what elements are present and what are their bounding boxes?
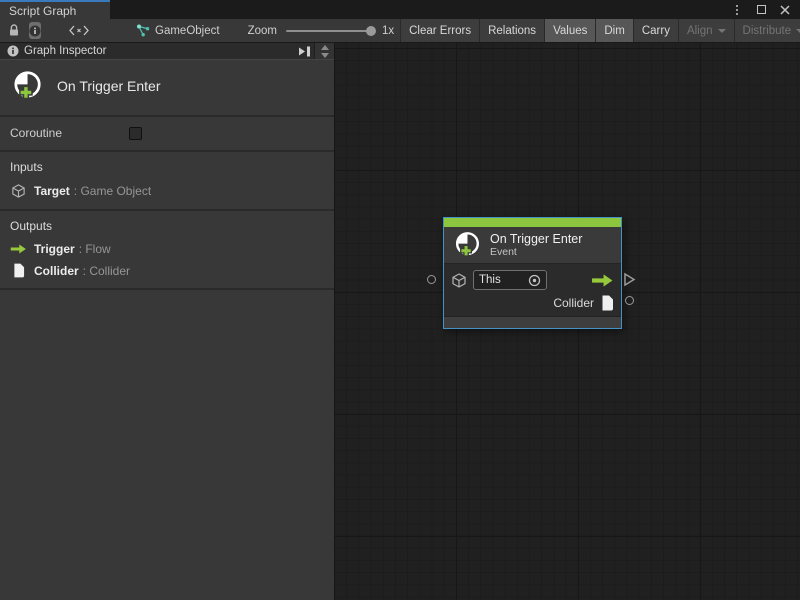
target-dropdown-value: This xyxy=(479,274,524,286)
collider-output-row: Collider xyxy=(451,292,614,314)
pin-type: : Collider xyxy=(83,264,130,278)
pin-type: : Game Object xyxy=(74,184,151,198)
coroutine-row: Coroutine xyxy=(0,117,334,150)
cube-icon xyxy=(451,272,467,289)
dock-inspector-button[interactable] xyxy=(294,43,314,59)
node-footer xyxy=(444,316,621,328)
carry-button[interactable]: Carry xyxy=(633,19,678,42)
collider-output-port[interactable] xyxy=(625,296,634,305)
outputs-section: Outputs Trigger : Flow xyxy=(0,211,334,288)
coroutine-label: Coroutine xyxy=(10,126,129,140)
flow-arrow-icon xyxy=(591,273,614,288)
output-row-trigger: Trigger : Flow xyxy=(10,242,324,256)
node-body: This Collider xyxy=(444,264,621,316)
outputs-header: Outputs xyxy=(10,219,324,233)
zoom-value: 1x xyxy=(382,25,394,37)
close-icon[interactable] xyxy=(779,4,791,16)
pin-name: Target xyxy=(34,184,70,198)
unit-title: On Trigger Enter xyxy=(57,78,161,94)
event-icon xyxy=(452,230,482,260)
dropdown-arrow-icon xyxy=(718,29,726,33)
node-accent-bar xyxy=(444,218,621,227)
flow-arrow-icon xyxy=(10,243,27,255)
info-icon xyxy=(29,25,41,37)
output-row-collider: Collider : Collider xyxy=(10,263,324,278)
toolbar-buttons: Clear Errors Relations Values Dim Carry … xyxy=(400,19,800,42)
dock-icon xyxy=(298,46,311,57)
divider xyxy=(0,288,334,290)
info-toggle-button[interactable] xyxy=(29,22,41,39)
target-input-port[interactable] xyxy=(427,275,436,284)
coroutine-checkbox[interactable] xyxy=(129,127,142,140)
info-circle-icon xyxy=(7,45,19,57)
window-controls xyxy=(731,0,800,19)
lock-icon[interactable] xyxy=(8,24,20,37)
dim-button[interactable]: Dim xyxy=(595,19,632,42)
scroll-up-icon[interactable] xyxy=(321,45,329,50)
graph-canvas[interactable]: On Trigger Enter Event This xyxy=(335,43,800,600)
document-icon xyxy=(601,295,614,311)
event-icon xyxy=(10,69,44,103)
values-button[interactable]: Values xyxy=(544,19,595,42)
inputs-section: Inputs Target : Game Object xyxy=(0,152,334,209)
graph-inspector-header: Graph Inspector xyxy=(0,43,334,60)
inspector-scroll-stepper xyxy=(314,43,334,59)
tab-strip: Script Graph xyxy=(0,0,800,19)
scroll-down-icon[interactable] xyxy=(321,53,329,58)
graph-inspector-panel: Graph Inspector xyxy=(0,43,335,600)
script-graph-icon xyxy=(136,24,150,37)
align-button[interactable]: Align xyxy=(678,19,734,42)
graph-inspector-title: Graph Inspector xyxy=(24,45,106,57)
zoom-label: Zoom xyxy=(248,25,277,37)
maximize-icon[interactable] xyxy=(755,4,767,16)
node-title: On Trigger Enter xyxy=(490,232,582,246)
clear-errors-button[interactable]: Clear Errors xyxy=(400,19,479,42)
trigger-output-port[interactable] xyxy=(623,272,636,292)
pin-type: : Flow xyxy=(79,242,111,256)
zoom-slider-thumb[interactable] xyxy=(366,26,376,36)
document-icon xyxy=(10,263,27,278)
target-input-row: This xyxy=(451,269,614,291)
tab-script-graph[interactable]: Script Graph xyxy=(0,0,110,19)
object-picker-icon[interactable] xyxy=(528,274,541,287)
kebab-menu-icon[interactable] xyxy=(731,4,743,16)
input-row-target: Target : Game Object xyxy=(10,183,324,199)
dropdown-arrow-icon xyxy=(796,29,800,33)
collider-output-label: Collider xyxy=(553,296,594,310)
node-header[interactable]: On Trigger Enter Event xyxy=(444,227,621,264)
script-graph-window: Script Graph xyxy=(0,0,800,600)
tab-label: Script Graph xyxy=(9,4,76,18)
node-on-trigger-enter[interactable]: On Trigger Enter Event This xyxy=(443,217,622,329)
inputs-header: Inputs xyxy=(10,160,324,174)
cube-icon xyxy=(10,183,27,199)
node-subtitle: Event xyxy=(490,246,582,258)
pin-name: Trigger xyxy=(34,242,75,256)
graph-toolbar: GameObject Zoom 1x Clear Errors Relation… xyxy=(0,19,800,43)
unit-header: On Trigger Enter xyxy=(0,60,334,115)
target-dropdown[interactable]: This xyxy=(473,270,547,290)
zoom-control: Zoom 1x xyxy=(248,25,395,37)
zoom-slider[interactable] xyxy=(286,30,374,32)
graph-owner[interactable]: GameObject xyxy=(136,24,220,37)
distribute-button[interactable]: Distribute xyxy=(734,19,800,42)
gameobject-label: GameObject xyxy=(155,25,220,37)
pin-name: Collider xyxy=(34,264,79,278)
code-icon[interactable] xyxy=(69,25,89,36)
relations-button[interactable]: Relations xyxy=(479,19,544,42)
